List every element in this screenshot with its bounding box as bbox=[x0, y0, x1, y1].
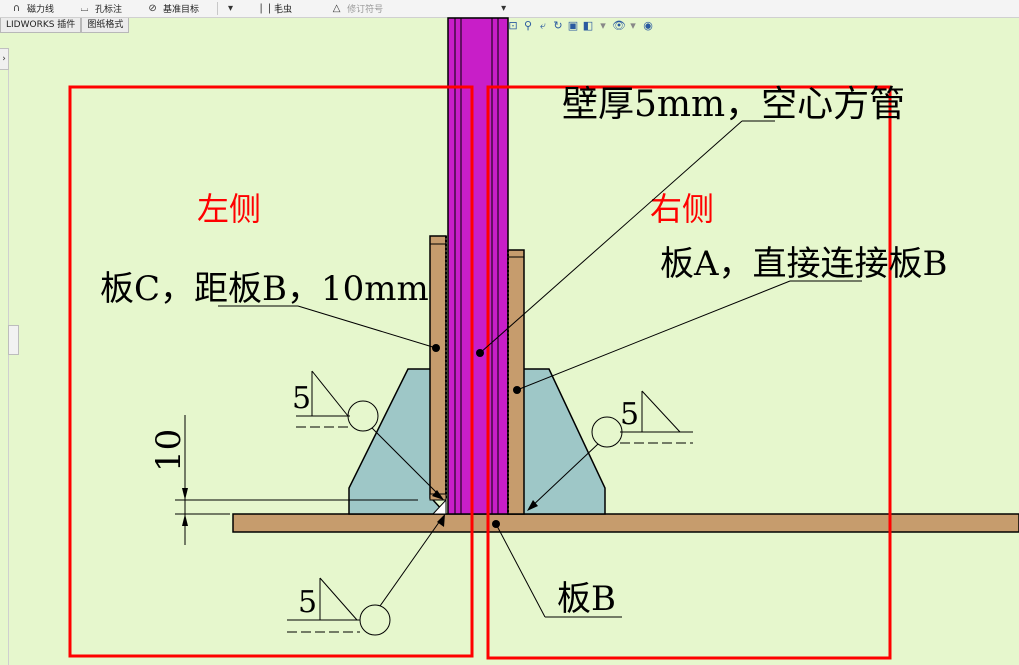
weld-size-left-lower: 5 bbox=[298, 585, 317, 620]
left-side-label: 左侧 bbox=[197, 190, 261, 228]
plate-a-note: 板A，直接连接板B bbox=[660, 244, 948, 284]
tube-leader-dot bbox=[476, 349, 484, 357]
plate-b-leader bbox=[495, 523, 546, 618]
plate-b bbox=[232, 513, 1019, 533]
weld-hypot-left-upper bbox=[311, 370, 349, 417]
weld-hypot-left-lower bbox=[319, 577, 358, 621]
square-tube bbox=[447, 17, 509, 515]
plate-c-leader-dot bbox=[432, 344, 440, 352]
dimension-arrow-top bbox=[182, 488, 188, 500]
plate-a-leader-dot bbox=[513, 386, 521, 394]
weld-hypot-right bbox=[641, 390, 681, 433]
tube-note: 壁厚5mm，空心方管 bbox=[562, 84, 905, 125]
plate-c-leader bbox=[297, 305, 437, 349]
plate-c-note: 板C，距板B，10mm bbox=[100, 269, 429, 309]
plate-c bbox=[429, 235, 447, 499]
weld-size-right: 5 bbox=[620, 397, 639, 432]
weld-all-around-right bbox=[591, 416, 623, 448]
plate-b-leader-dot bbox=[492, 520, 500, 528]
plate-a-leader bbox=[516, 280, 791, 391]
weld-all-around-left-lower bbox=[359, 604, 391, 636]
plate-b-label: 板B bbox=[557, 579, 616, 619]
weld-size-left-upper: 5 bbox=[292, 381, 311, 416]
dimension-arrow-bottom bbox=[182, 514, 188, 526]
tube-leader bbox=[479, 120, 743, 354]
dimension-text: 10 bbox=[149, 429, 189, 472]
plate-a bbox=[507, 249, 525, 515]
weld-all-around-left-upper bbox=[347, 400, 379, 432]
drawing-canvas[interactable]: 左侧 右侧 壁厚5mm，空心方管 板C，距板B，10mm 板A，直接连接板B 板… bbox=[0, 0, 1019, 665]
right-side-label: 右侧 bbox=[650, 190, 714, 228]
